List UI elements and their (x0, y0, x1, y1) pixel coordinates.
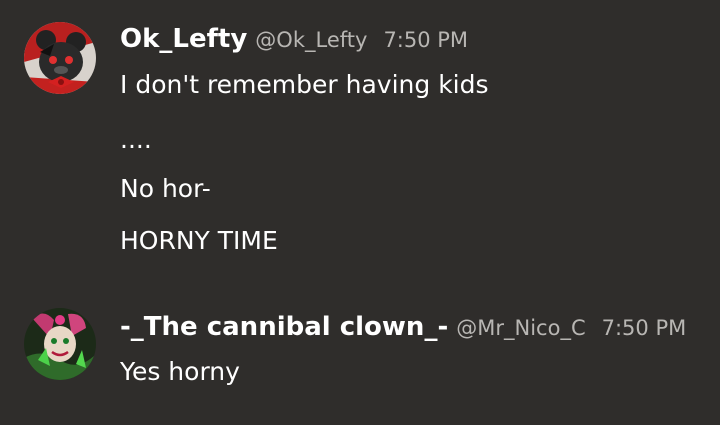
chat-message: -_The cannibal clown_- @Mr_Nico_C 7:50 P… (0, 290, 720, 410)
chat-message: Ok_Lefty @Ok_Lefty 7:50 PM I don't remem… (0, 0, 720, 280)
message-line: I don't remember having kids (120, 70, 489, 99)
display-name[interactable]: -_The cannibal clown_- (120, 312, 448, 342)
clown-avatar-icon (24, 308, 96, 380)
black-bear-avatar-icon (24, 22, 96, 94)
message-header: Ok_Lefty @Ok_Lefty 7:50 PM (120, 24, 696, 54)
timestamp: 7:50 PM (601, 316, 687, 340)
user-handle[interactable]: @Ok_Lefty (255, 28, 367, 52)
message-line: No hor- (120, 174, 211, 203)
user-handle[interactable]: @Mr_Nico_C (456, 316, 585, 340)
message-line: Yes horny (120, 357, 240, 386)
message-header: -_The cannibal clown_- @Mr_Nico_C 7:50 P… (120, 312, 696, 342)
message-line: .... (120, 125, 152, 154)
timestamp: 7:50 PM (383, 28, 469, 52)
avatar[interactable] (24, 308, 96, 380)
avatar[interactable] (24, 22, 96, 94)
message-line: HORNY TIME (120, 226, 278, 255)
display-name[interactable]: Ok_Lefty (120, 24, 247, 54)
